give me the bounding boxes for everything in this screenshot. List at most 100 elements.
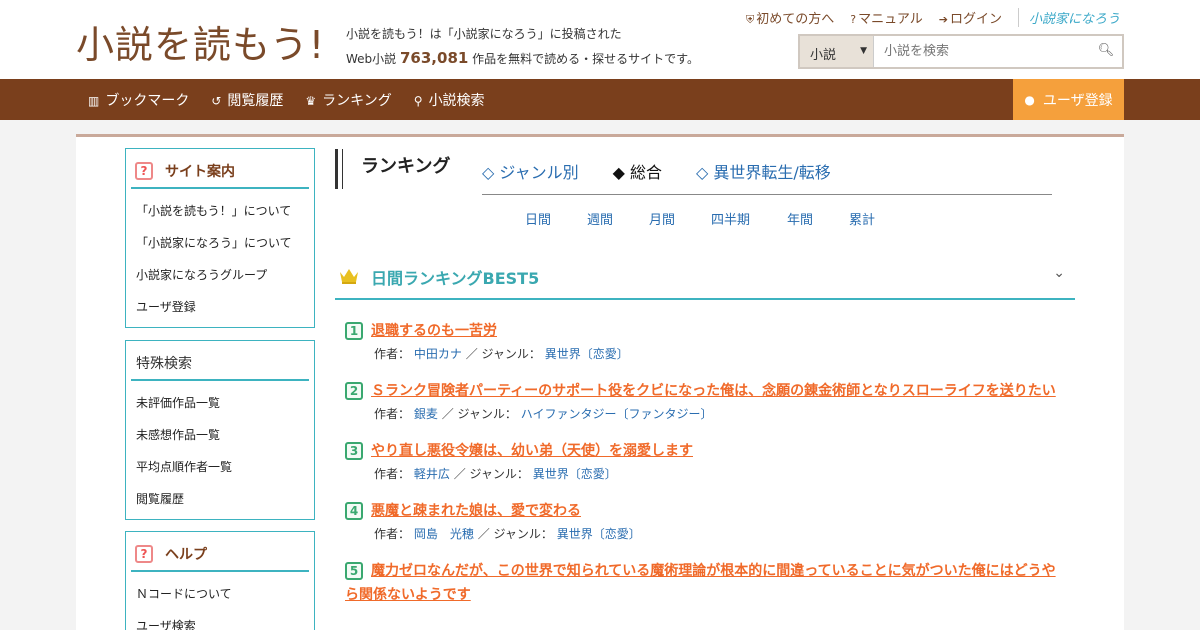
narou-brand-link[interactable]: 小説家になろう	[1017, 8, 1120, 27]
novel-meta: 作者： 銀麦 ／ ジャンル： ハイファンタジー〔ファンタジー〕	[345, 403, 1065, 425]
nav-search[interactable]: ⚲ 小説検索	[414, 90, 485, 110]
manual-link[interactable]: ? マニュアル	[850, 8, 922, 27]
nav-ranking[interactable]: ♛ ランキング	[305, 90, 391, 110]
author-link[interactable]: 軽井広	[414, 467, 450, 481]
search-category-value: 小説	[810, 48, 837, 63]
tab-isekai[interactable]: ◇ 異世界転生/転移	[696, 159, 831, 183]
site-logo[interactable]: 小説を読もう!	[76, 14, 325, 69]
search-bar: 小説 ▼ 🔍︎	[798, 34, 1124, 69]
author-label: 作者：	[374, 527, 411, 541]
sidebar-item-user-search[interactable]: ユーザ検索	[126, 610, 314, 630]
beginner-link[interactable]: ⛨ 初めての方へ	[746, 8, 834, 27]
period-yearly[interactable]: 年間	[787, 209, 849, 228]
rank-number-badge: 3	[345, 442, 363, 460]
novel-title-link[interactable]: 魔力ゼロなんだが、この世界で知られている魔術理論が根本的に間違っていることに気が…	[345, 563, 1056, 603]
novel-title-link[interactable]: Ｓランク冒険者パーティーのサポート役をクビになった俺は、念願の錬金術師となりスロ…	[371, 383, 1056, 399]
beginner-link-label: 初めての方へ	[756, 12, 835, 27]
period-daily[interactable]: 日間	[525, 209, 587, 228]
sidebar-item-about-yomou[interactable]: 「小説を読もう！」について	[126, 195, 314, 227]
help-list: Ｎコードについて ユーザ検索	[126, 572, 314, 630]
ranking-list: 1 退職するのも一苦労 作者： 中田カナ ／ ジャンル： 異世界〔恋愛〕 2 Ｓラン…	[345, 319, 1065, 621]
genre-link[interactable]: 異世界〔恋愛〕	[545, 347, 629, 361]
history-icon: ↺	[211, 93, 222, 108]
author-link[interactable]: 銀麦	[414, 407, 438, 421]
author-label: 作者：	[374, 347, 411, 361]
ranking-heading: ランキング	[342, 149, 450, 189]
sidebar-item-history[interactable]: 閲覧履歴	[126, 483, 314, 515]
list-item: 3 やり直し悪役令嬢は、幼い弟（天使）を溺愛します 作者： 軽井広 ／ ジャンル：…	[345, 439, 1065, 485]
period-weekly[interactable]: 週間	[587, 209, 649, 228]
question-icon: ?	[135, 162, 153, 180]
genre-link[interactable]: ハイファンタジー〔ファンタジー〕	[521, 407, 713, 421]
sidebar-special-search: 特殊検索 未評価作品一覧 未感想作品一覧 平均点順作者一覧 閲覧履歴	[125, 340, 315, 520]
search-icon: ⚲	[413, 93, 423, 108]
search-button[interactable]: 🔍︎	[1090, 36, 1122, 67]
tagline-prefix: Web小説	[346, 52, 397, 66]
novel-title-link[interactable]: やり直し悪役令嬢は、幼い弟（天使）を溺愛します	[371, 443, 693, 459]
nav-bookmark-label: ブックマーク	[105, 92, 190, 109]
search-category-select[interactable]: 小説 ▼	[800, 36, 874, 67]
top-links: ⛨ 初めての方へ ? マニュアル ➔ ログイン 小説家になろう	[746, 8, 1120, 27]
nav-items: ▥ ブックマーク ↺ 閲覧履歴 ♛ ランキング ⚲ 小説検索	[88, 79, 485, 120]
search-icon: 🔍︎	[1097, 43, 1115, 58]
crown-icon: ♛	[305, 93, 317, 108]
sidebar-item-no-reviews[interactable]: 未感想作品一覧	[126, 419, 314, 451]
period-cumulative[interactable]: 累計	[849, 209, 911, 228]
nav-ranking-label: ランキング	[322, 92, 392, 109]
novel-meta: 作者： 岡島 光穂 ／ ジャンル： 異世界〔恋愛〕	[345, 523, 1065, 545]
user-register-button[interactable]: ● ユーザ登録	[1013, 79, 1124, 120]
nav-bookmark[interactable]: ▥ ブックマーク	[88, 90, 189, 110]
sidebar-item-unrated[interactable]: 未評価作品一覧	[126, 387, 314, 419]
author-link[interactable]: 中田カナ	[414, 347, 462, 361]
genre-link[interactable]: 異世界〔恋愛〕	[533, 467, 617, 481]
nav-history[interactable]: ↺ 閲覧履歴	[211, 90, 283, 110]
crown-icon	[340, 269, 358, 284]
user-register-label: ユーザ登録	[1042, 92, 1113, 109]
rank-title-row: 1 退職するのも一苦労	[345, 319, 1065, 343]
sidebar-item-avg-score-authors[interactable]: 平均点順作者一覧	[126, 451, 314, 483]
tab-overall[interactable]: ◆ 総合	[613, 159, 662, 183]
rank-title-row: 3 やり直し悪役令嬢は、幼い弟（天使）を溺愛します	[345, 439, 1065, 463]
genre-label: ／ ジャンル：	[477, 527, 553, 541]
bookmark-icon: ▥	[88, 93, 100, 108]
author-label: 作者：	[374, 407, 411, 421]
login-link[interactable]: ➔ ログイン	[939, 8, 1002, 27]
sidebar-item-user-register[interactable]: ユーザ登録	[126, 291, 314, 323]
tagline-suffix: 作品を無料で読める・探せるサイトです。	[472, 52, 699, 66]
list-item: 5 魔力ゼロなんだが、この世界で知られている魔術理論が根本的に間違っていることに気…	[345, 559, 1065, 607]
site-guide-title: サイト案内	[165, 164, 235, 180]
list-item: 4 悪魔と疎まれた娘は、愛で変わる 作者： 岡島 光穂 ／ ジャンル： 異世界〔恋…	[345, 499, 1065, 545]
manual-link-label: マニュアル	[858, 12, 923, 27]
genre-link[interactable]: 異世界〔恋愛〕	[557, 527, 641, 541]
rank-title-row: 4 悪魔と疎まれた娘は、愛で変わる	[345, 499, 1065, 523]
novel-title-link[interactable]: 退職するのも一苦労	[371, 323, 497, 339]
sidebar-site-guide: ? サイト案内 「小説を読もう！」について 「小説家になろう」について 小説家に…	[125, 148, 315, 328]
rank-number-badge: 1	[345, 322, 363, 340]
login-icon: ➔	[938, 13, 948, 26]
special-search-title: 特殊検索	[136, 356, 192, 372]
period-quarterly[interactable]: 四半期	[711, 209, 787, 228]
sidebar-item-about-narou[interactable]: 「小説家になろう」について	[126, 227, 314, 259]
list-item: 2 Ｓランク冒険者パーティーのサポート役をクビになった俺は、念願の錬金術師となりス…	[345, 379, 1065, 425]
novel-title-link[interactable]: 悪魔と疎まれた娘は、愛で変わる	[371, 503, 581, 519]
question-icon: ?	[850, 13, 857, 26]
rank-title-row: 5 魔力ゼロなんだが、この世界で知られている魔術理論が根本的に間違っていることに気…	[345, 559, 1065, 607]
shield-icon: ⛨	[746, 13, 755, 26]
novel-meta: 作者： 中田カナ ／ ジャンル： 異世界〔恋愛〕	[345, 343, 1065, 365]
genre-label: ／ ジャンル：	[453, 467, 529, 481]
question-icon: ?	[135, 545, 153, 563]
sidebar-item-narou-group[interactable]: 小説家になろうグループ	[126, 259, 314, 291]
sidebar-item-ncode[interactable]: Ｎコードについて	[126, 578, 314, 610]
search-input[interactable]	[874, 36, 1090, 67]
author-link[interactable]: 岡島 光穂	[414, 527, 474, 541]
nav-history-label: 閲覧履歴	[227, 92, 284, 109]
main-panel: ? サイト案内 「小説を読もう！」について 「小説家になろう」について 小説家に…	[76, 134, 1124, 630]
site-tagline: 小説を読もう！は「小説家になろう」に投稿された Web小説 763,081 作品…	[346, 22, 699, 71]
period-monthly[interactable]: 月間	[649, 209, 711, 228]
best5-header[interactable]: 日間ランキングBEST5 ⌄	[335, 259, 1075, 300]
rank-number-badge: 4	[345, 502, 363, 520]
sidebar-help: ? ヘルプ Ｎコードについて ユーザ検索	[125, 531, 315, 630]
user-icon: ●	[1024, 92, 1035, 107]
chevron-down-icon[interactable]: ⌄	[1053, 265, 1065, 281]
tab-genre[interactable]: ◇ ジャンル別	[482, 159, 579, 183]
